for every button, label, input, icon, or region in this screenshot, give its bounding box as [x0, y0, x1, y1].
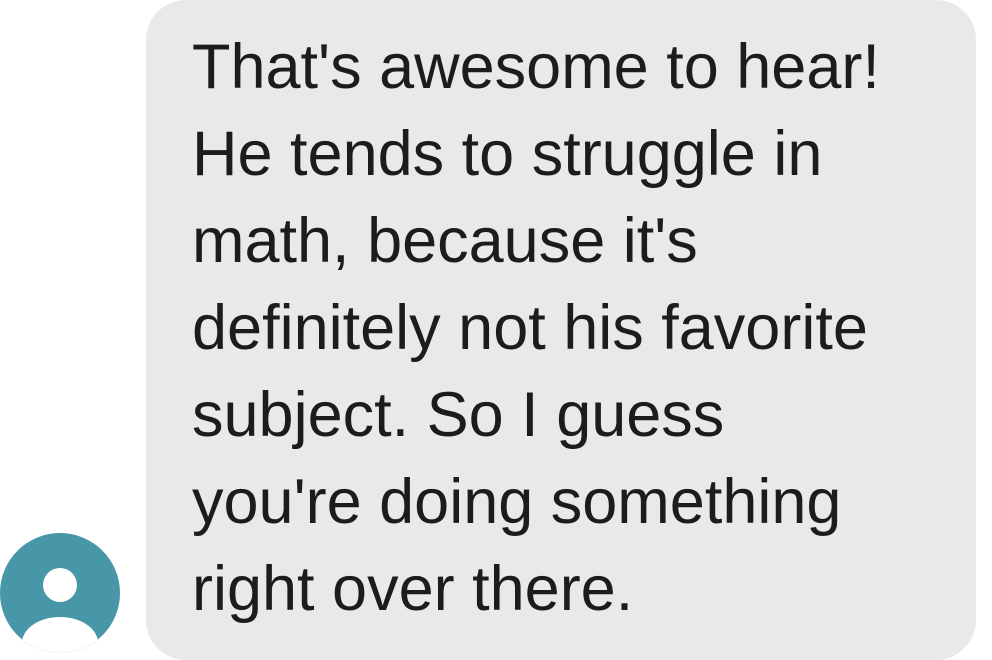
person-icon	[22, 568, 98, 653]
sender-avatar[interactable]	[0, 533, 120, 653]
message-text: That's awesome to hear! He tends to stru…	[192, 32, 880, 624]
